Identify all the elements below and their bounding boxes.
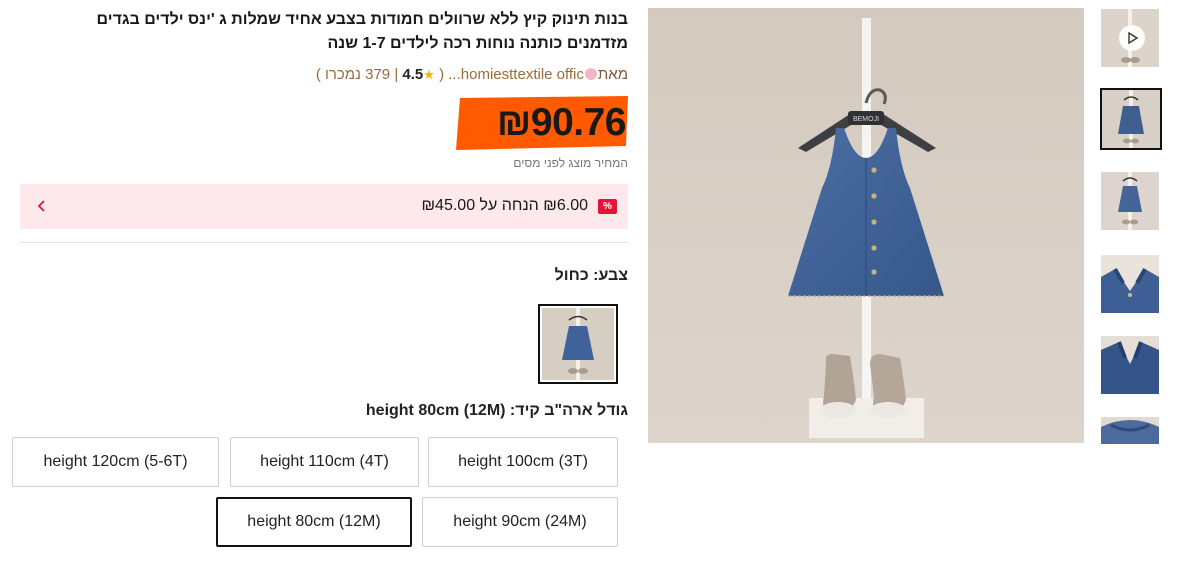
product-title: בנות תינוק קיץ ללא שרוולים חמודות בצבע א… <box>28 8 628 56</box>
product-title-line-2: מזדמנים כותנה נוחות רכה לילדים 1-7 שנה <box>327 35 628 52</box>
store-name-link[interactable]: homiesttextile offic... <box>448 66 584 83</box>
thumbnail-dress-front[interactable] <box>1100 88 1162 150</box>
play-icon <box>1119 25 1145 51</box>
size-label: גודל ארה"ב קיד: height 80cm (12M) <box>365 402 628 419</box>
store-rating-line: מאתhomiesttextile offic... ( ★379 | 4.5 … <box>28 64 628 86</box>
size-option-90cm[interactable]: height 90cm (24M) <box>422 497 618 547</box>
star-icon: ★ <box>423 67 435 82</box>
discount-text: ₪6.00 הנחה על ₪45.00 <box>421 197 588 214</box>
review-count[interactable]: 379 <box>365 66 390 83</box>
chevron-left-icon[interactable] <box>34 198 50 214</box>
thumbnail-dress-small[interactable] <box>1101 172 1159 230</box>
discount-percent-icon: % <box>598 199 617 214</box>
thumbnail-back-closeup[interactable] <box>1101 336 1159 394</box>
discount-banner[interactable]: % ₪6.00 הנחה על ₪45.00 <box>20 184 628 229</box>
tax-note: המחיר מוצג לפני מסים <box>513 156 628 170</box>
thumbnail-list <box>1100 8 1162 444</box>
product-title-line-1: בנות תינוק קיץ ללא שרוולים חמודות בצבע א… <box>96 11 628 28</box>
color-swatch-image <box>542 308 614 380</box>
color-swatch-blue[interactable] <box>538 304 618 384</box>
price-value: ₪90.76 <box>496 101 627 144</box>
rating-value: 4.5 <box>402 66 424 83</box>
section-divider <box>20 242 628 243</box>
store-flower-icon <box>584 68 597 80</box>
rating-separator: | <box>394 66 399 83</box>
thumbnail-video[interactable] <box>1101 9 1159 67</box>
rating-close-paren: ) <box>315 66 321 83</box>
size-option-80cm[interactable]: height 80cm (12M) <box>216 497 412 547</box>
thumbnail-fabric-detail[interactable] <box>1101 417 1159 444</box>
product-info-panel: בנות תינוק קיץ ללא שרוולים חמודות בצבע א… <box>12 0 628 575</box>
sold-label: נמכרו <box>325 66 361 83</box>
size-option-100cm[interactable]: height 100cm (3T) <box>428 437 618 487</box>
price-block: ₪90.76 <box>456 96 628 150</box>
size-option-120cm[interactable]: height 120cm (5-6T) <box>12 437 219 487</box>
size-option-110cm[interactable]: height 110cm (4T) <box>230 437 419 487</box>
color-label: צבע: כחול <box>554 267 628 284</box>
denim-dress-photo: BEMOJI <box>648 8 1084 443</box>
svg-text:BEMOJI: BEMOJI <box>853 116 879 123</box>
thumbnail-back-straps[interactable] <box>1101 255 1159 313</box>
store-from-label: מאת <box>597 66 628 83</box>
main-product-image[interactable]: BEMOJI <box>648 8 1084 443</box>
rating-open-paren: ( <box>439 66 445 83</box>
